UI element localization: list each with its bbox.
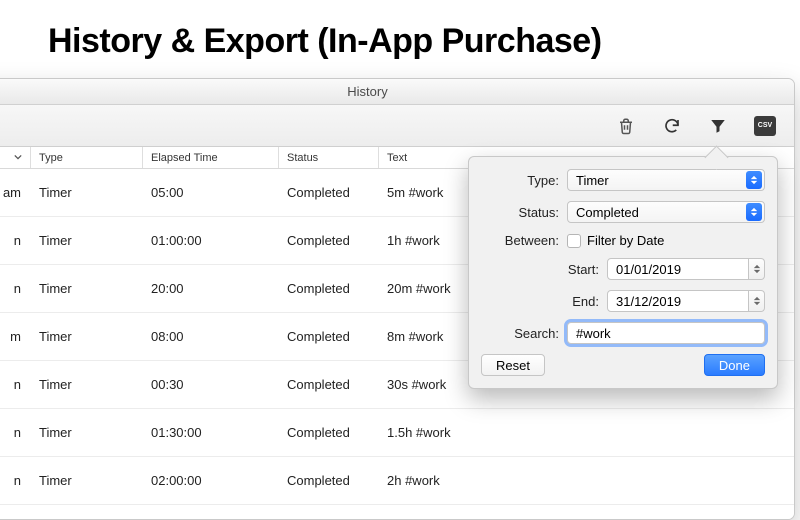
filter-by-date-checkbox[interactable] [567, 234, 581, 248]
cell-date: n [0, 377, 31, 392]
cell-type: Timer [31, 377, 143, 392]
filter-type-select[interactable]: Timer [567, 169, 765, 191]
cell-text: 2h #work [379, 473, 794, 488]
filter-popover: Type: Timer Status: Completed Between: F… [468, 156, 778, 389]
filter-search-label: Search: [481, 326, 559, 341]
filter-end-date[interactable]: 31/12/2019 [607, 290, 749, 312]
cell-status: Completed [279, 185, 379, 200]
filter-status-select[interactable]: Completed [567, 201, 765, 223]
cell-type: Timer [31, 233, 143, 248]
filter-start-label: Start: [481, 262, 599, 277]
filter-search-input[interactable]: #work [567, 322, 765, 344]
csv-label: CSV [758, 122, 772, 129]
cell-elapsed: 20:00 [143, 281, 279, 296]
filter-type-value: Timer [576, 173, 609, 188]
trash-icon[interactable] [616, 116, 636, 136]
cell-elapsed: 02:00:00 [143, 473, 279, 488]
filter-between-label: Between: [481, 233, 559, 248]
window-title: History [347, 84, 387, 99]
cell-type: Timer [31, 473, 143, 488]
cell-text: 1.5h #work [379, 425, 794, 440]
cell-type: Timer [31, 329, 143, 344]
cell-elapsed: 08:00 [143, 329, 279, 344]
refresh-icon[interactable] [662, 116, 682, 136]
cell-status: Completed [279, 377, 379, 392]
cell-date: n [0, 281, 31, 296]
cell-status: Completed [279, 473, 379, 488]
cell-date: n [0, 233, 31, 248]
table-row[interactable]: nTimer02:00:00Completed2h #work [0, 457, 794, 505]
filter-start-date[interactable]: 01/01/2019 [607, 258, 749, 280]
cell-date: n [0, 425, 31, 440]
cell-type: Timer [31, 281, 143, 296]
column-elapsed-time[interactable]: Elapsed Time [143, 147, 279, 168]
select-stepper-icon [746, 171, 762, 189]
reset-button[interactable]: Reset [481, 354, 545, 376]
done-button[interactable]: Done [704, 354, 765, 376]
filter-end-label: End: [481, 294, 599, 309]
cell-elapsed: 00:30 [143, 377, 279, 392]
funnel-icon[interactable] [708, 116, 728, 136]
filter-by-date-label: Filter by Date [587, 233, 664, 248]
cell-status: Completed [279, 425, 379, 440]
cell-date: n [0, 473, 31, 488]
cell-date: m [0, 329, 31, 344]
cell-elapsed: 05:00 [143, 185, 279, 200]
cell-elapsed: 01:00:00 [143, 233, 279, 248]
cell-type: Timer [31, 425, 143, 440]
toolbar: CSV [0, 105, 794, 147]
cell-date: am [0, 185, 31, 200]
column-type[interactable]: Type [31, 147, 143, 168]
cell-type: Timer [31, 185, 143, 200]
filter-type-label: Type: [481, 173, 559, 188]
promo-headline: History & Export (In-App Purchase) [0, 0, 800, 75]
column-date[interactable] [0, 147, 31, 168]
column-status[interactable]: Status [279, 147, 379, 168]
filter-status-label: Status: [481, 205, 559, 220]
cell-elapsed: 01:30:00 [143, 425, 279, 440]
filter-status-value: Completed [576, 205, 639, 220]
date-stepper[interactable] [749, 258, 765, 280]
cell-status: Completed [279, 329, 379, 344]
window-titlebar: History [0, 79, 794, 105]
select-stepper-icon [746, 203, 762, 221]
cell-status: Completed [279, 233, 379, 248]
date-stepper[interactable] [749, 290, 765, 312]
sort-chevron-icon [14, 152, 22, 164]
export-csv-button[interactable]: CSV [754, 116, 776, 136]
cell-status: Completed [279, 281, 379, 296]
table-row[interactable]: nTimer01:30:00Completed1.5h #work [0, 409, 794, 457]
